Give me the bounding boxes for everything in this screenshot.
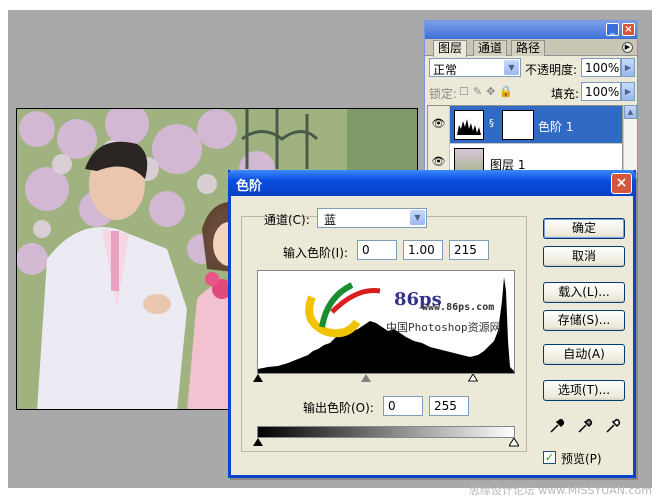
gamma-handle[interactable] bbox=[361, 374, 371, 382]
cancel-button[interactable]: 取消 bbox=[543, 246, 625, 267]
channel-select[interactable]: 蓝 ▼ bbox=[317, 208, 427, 228]
white-point-handle[interactable] bbox=[468, 374, 478, 382]
close-icon[interactable]: × bbox=[611, 173, 632, 194]
output-white-handle[interactable] bbox=[509, 438, 519, 447]
input-levels-label: 输入色阶(I): bbox=[283, 246, 348, 260]
lock-options-icons[interactable]: ☐✎✥🔒 bbox=[459, 85, 517, 98]
output-white-field[interactable]: 255 bbox=[429, 396, 469, 416]
channel-value: 蓝 bbox=[324, 213, 337, 227]
eye-icon[interactable]: 👁 bbox=[428, 106, 450, 144]
close-icon[interactable]: × bbox=[622, 23, 635, 36]
layers-panel: _ × 图层 通道 路径 ▶ 正常 ▼ 不透明度: 100% ▶ 锁定: ☐✎✥… bbox=[424, 20, 638, 182]
layers-scrollbar[interactable]: ▲ bbox=[623, 105, 637, 179]
layers-panel-tabs: 图层 通道 路径 ▶ bbox=[425, 39, 637, 57]
minimize-icon[interactable]: _ bbox=[606, 23, 619, 36]
layers-panel-titlebar[interactable]: _ × bbox=[425, 21, 637, 39]
tab-paths[interactable]: 路径 bbox=[511, 40, 546, 56]
output-gradient-bar bbox=[257, 426, 515, 438]
black-point-handle[interactable] bbox=[253, 374, 263, 382]
load-button[interactable]: 载入(L)... bbox=[543, 282, 625, 303]
input-gamma-field[interactable]: 1.00 bbox=[403, 240, 443, 260]
tab-layers[interactable]: 图层 bbox=[433, 40, 468, 57]
histogram-watermark-logo: 86ps www.86ps.com 中国Photoshop资源网 bbox=[302, 277, 502, 347]
input-white-field[interactable]: 215 bbox=[449, 240, 489, 260]
gray-eyedropper-icon[interactable] bbox=[577, 418, 593, 434]
dialog-title: 色阶 bbox=[236, 179, 263, 194]
chain-icon: § bbox=[489, 118, 494, 129]
black-eyedropper-icon[interactable] bbox=[549, 418, 565, 434]
chevron-down-icon: ▼ bbox=[410, 210, 425, 225]
chevron-down-icon: ▼ bbox=[504, 60, 519, 75]
ok-button[interactable]: 确定 bbox=[543, 218, 625, 239]
white-eyedropper-icon[interactable] bbox=[605, 418, 621, 434]
histogram: 86ps www.86ps.com 中国Photoshop资源网 bbox=[257, 270, 515, 374]
scroll-up-icon[interactable]: ▲ bbox=[624, 105, 637, 119]
output-black-handle[interactable] bbox=[253, 438, 263, 446]
input-levels-slider[interactable] bbox=[253, 374, 515, 384]
auto-button[interactable]: 自动(A) bbox=[543, 344, 625, 365]
opacity-input[interactable]: 100% bbox=[581, 58, 621, 77]
panel-menu-icon[interactable]: ▶ bbox=[622, 42, 633, 53]
tab-channels[interactable]: 通道 bbox=[473, 40, 508, 56]
fill-arrow-icon[interactable]: ▶ bbox=[621, 82, 635, 101]
output-levels-label: 输出色阶(O): bbox=[303, 401, 374, 415]
save-button[interactable]: 存储(S)... bbox=[543, 310, 625, 331]
fill-input[interactable]: 100% bbox=[581, 82, 621, 101]
opacity-label: 不透明度: bbox=[525, 63, 578, 77]
watermark-cn: 中国Photoshop资源网 bbox=[386, 321, 501, 334]
layer-row-levels[interactable]: 👁 § 色阶 1 bbox=[428, 106, 622, 144]
fill-label: 填充: bbox=[551, 87, 580, 101]
blend-mode-select[interactable]: 正常 ▼ bbox=[429, 58, 521, 77]
lock-label: 锁定: bbox=[429, 87, 458, 101]
blend-mode-value: 正常 bbox=[433, 63, 458, 77]
channel-label: 通道(C): bbox=[264, 213, 310, 227]
site-watermark: 思缘设计论坛 www.MISSYUAN.com bbox=[468, 484, 652, 497]
preview-checkbox[interactable]: ✓ bbox=[543, 451, 556, 464]
output-black-field[interactable]: 0 bbox=[383, 396, 423, 416]
layer-name: 色阶 1 bbox=[538, 120, 574, 134]
watermark-url: www.86ps.com bbox=[422, 302, 495, 313]
options-button[interactable]: 选项(T)... bbox=[543, 380, 625, 401]
opacity-arrow-icon[interactable]: ▶ bbox=[621, 58, 635, 77]
levels-adjustment-icon bbox=[454, 110, 484, 140]
layers-list: 👁 § 色阶 1 👁 图层 1 bbox=[427, 105, 623, 182]
levels-dialog-titlebar[interactable]: 色阶 × bbox=[228, 170, 636, 196]
input-black-field[interactable]: 0 bbox=[357, 240, 397, 260]
preview-label: 预览(P) bbox=[561, 452, 602, 466]
layer-mask-thumbnail[interactable] bbox=[502, 110, 534, 140]
levels-dialog: 色阶 × 通道(C): 蓝 ▼ 输入色阶(I): 0 1.00 215 86ps… bbox=[228, 170, 636, 478]
